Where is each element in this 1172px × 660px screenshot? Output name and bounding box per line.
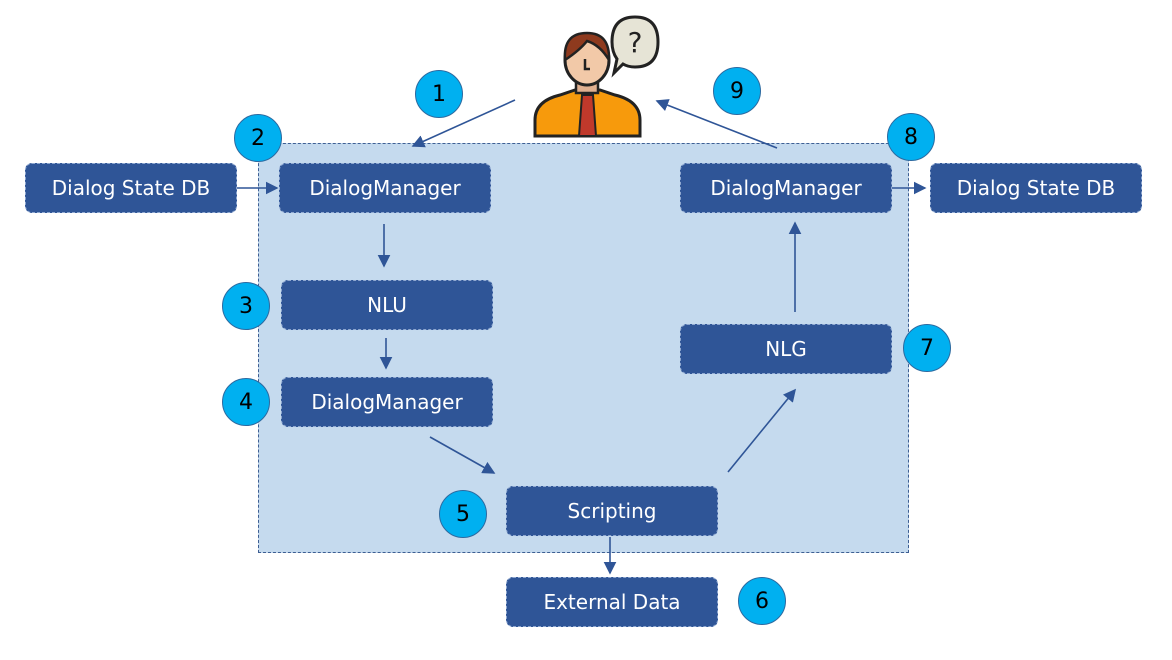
step-badge-2: 2 (234, 114, 282, 162)
svg-text:?: ? (628, 26, 643, 59)
step-badge-9: 9 (713, 67, 761, 115)
arrow-dm-to-user (655, 99, 778, 149)
step-badge-8: 8 (887, 113, 935, 161)
step-badge-7: 7 (903, 324, 951, 372)
question-bubble-icon: ? (610, 15, 660, 78)
step-badge-3: 3 (222, 282, 270, 330)
step-badge-5: 5 (439, 490, 487, 538)
arrow-dm-to-scripting (429, 436, 496, 474)
step-badge-1: 1 (415, 70, 463, 118)
diagram: Dialog State DB DialogManager NLU Dialog… (0, 0, 1172, 660)
step-badge-6: 6 (738, 577, 786, 625)
step-badge-4: 4 (222, 378, 270, 426)
arrows: ? (237, 15, 927, 575)
arrow-scripting-to-nlg (727, 388, 797, 473)
